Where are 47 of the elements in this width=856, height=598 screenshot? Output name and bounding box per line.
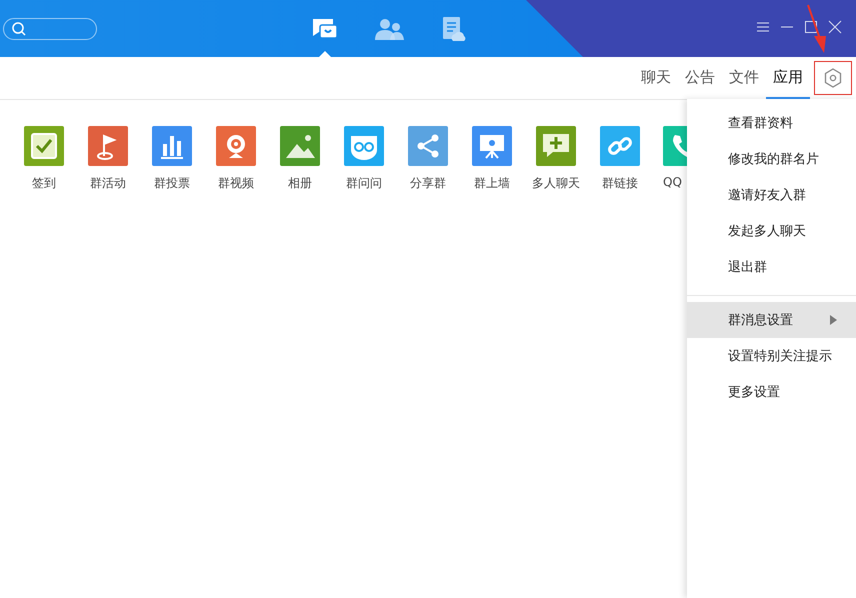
menu-item[interactable]: 查看群资料 xyxy=(687,105,856,141)
app-shortcut[interactable]: 群视频 xyxy=(215,126,257,192)
app-shortcut[interactable]: 群投票 xyxy=(151,126,193,192)
app-label: 签到 xyxy=(32,175,56,192)
menu-item[interactable]: 退出群 xyxy=(687,249,856,285)
app-shortcut[interactable]: 分享群 xyxy=(407,126,449,192)
app-shortcut[interactable]: 群活动 xyxy=(87,126,129,192)
search-icon xyxy=(12,22,26,36)
app-shortcut[interactable]: 群上墙 xyxy=(471,126,513,192)
app-label: 多人聊天 xyxy=(532,175,580,192)
minimize-icon xyxy=(780,26,794,28)
app-label: 相册 xyxy=(288,175,312,192)
close-icon xyxy=(828,20,842,34)
search-field[interactable] xyxy=(3,18,97,40)
menu-item[interactable]: 设置特别关注提示 xyxy=(687,338,856,374)
chat-icon xyxy=(311,16,339,40)
maximize-button[interactable] xyxy=(802,18,820,36)
menu-item[interactable]: 群消息设置 xyxy=(687,302,856,338)
app-shortcut[interactable]: 签到 xyxy=(23,126,65,192)
app-label: 群上墙 xyxy=(474,175,510,192)
settings-button[interactable] xyxy=(814,61,852,95)
app-shortcut[interactable]: 相册 xyxy=(279,126,321,192)
app-label: 分享群 xyxy=(410,175,446,192)
menu-item[interactable]: 邀请好友入群 xyxy=(687,177,856,213)
maximize-icon xyxy=(804,20,818,34)
app-label: 群活动 xyxy=(90,175,126,192)
app-shortcut[interactable]: 多人聊天 xyxy=(535,126,577,192)
menu-item[interactable]: 更多设置 xyxy=(687,374,856,410)
app-label: 群投票 xyxy=(154,175,190,192)
settings-icon xyxy=(824,68,842,88)
contacts-icon xyxy=(374,18,404,40)
app-label: 群问问 xyxy=(346,175,382,192)
tab[interactable]: 文件 xyxy=(722,57,766,99)
tab[interactable]: 公告 xyxy=(678,57,722,99)
menu-icon xyxy=(756,21,770,33)
tab[interactable]: 聊天 xyxy=(634,57,678,99)
submenu-arrow-icon xyxy=(830,315,837,325)
app-label: 群视频 xyxy=(218,175,254,192)
document-icon xyxy=(440,16,466,42)
close-button[interactable] xyxy=(826,18,844,36)
app-shortcut[interactable]: 群问问 xyxy=(343,126,385,192)
app-label: 群链接 xyxy=(602,175,638,192)
app-shortcut[interactable]: 群链接 xyxy=(599,126,641,192)
menu-item[interactable]: 修改我的群名片 xyxy=(687,141,856,177)
app-label: QQ xyxy=(663,175,682,189)
annotation-arrow-icon xyxy=(806,4,828,54)
menu-item[interactable]: 发起多人聊天 xyxy=(687,213,856,249)
